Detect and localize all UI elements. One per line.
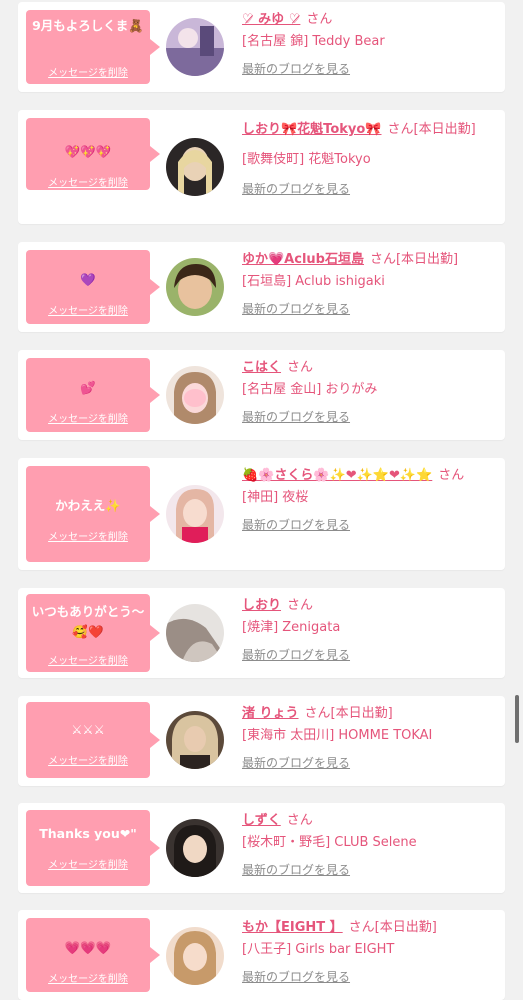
shop-info: [桜木町・野毛] CLUB Selene: [242, 835, 417, 850]
delete-message-link[interactable]: メッセージを削除: [26, 410, 150, 425]
delete-message-link[interactable]: メッセージを削除: [26, 752, 150, 767]
shop-info: [東海市 太田川] HOMME TOKAI: [242, 728, 433, 743]
message-card: Thanks you❤" メッセージを削除 しずく さん [桜木町・野毛] CLU…: [18, 803, 505, 893]
message-text: ⚔⚔⚔: [71, 722, 105, 737]
delete-message-link[interactable]: メッセージを削除: [26, 174, 150, 189]
honorific: さん[本日出勤]: [387, 122, 476, 137]
message-card: 💕 メッセージを削除 こはく さん [名古屋 金山] おりがみ 最新のブログを見る: [18, 350, 505, 440]
avatar[interactable]: [166, 18, 224, 76]
shop-info: [八王子] Girls bar EIGHT: [242, 942, 395, 957]
message-bubble: ⚔⚔⚔ メッセージを削除: [26, 702, 160, 778]
sender-info: 🍓🌸さくら🌸✨❤✨⭐❤✨⭐ さん [神田] 夜桜 最新のブログを見る: [242, 464, 500, 533]
sender-name-link[interactable]: ♡̷ みゆ ♡̷: [242, 12, 300, 27]
avatar[interactable]: [166, 927, 224, 985]
shop-info: [名古屋 錦] Teddy Bear: [242, 34, 385, 49]
latest-blog-link[interactable]: 最新のブログを見る: [242, 646, 500, 663]
message-text: 💕: [80, 380, 96, 395]
message-card: 💜 メッセージを削除 ゆか💗Aclub石垣島 さん[本日出勤] [石垣島] Acl…: [18, 242, 505, 332]
delete-message-link[interactable]: メッセージを削除: [26, 652, 150, 667]
message-text: いつもありがとう〜🥰❤️: [31, 604, 145, 639]
sender-name-link[interactable]: しおり: [242, 598, 281, 613]
sender-name-link[interactable]: ゆか💗Aclub石垣島: [242, 252, 364, 267]
sender-info: しおり🎀花魁Tokyo🎀 さん[本日出勤] [歌舞伎町] 花魁Tokyo 最新のブ…: [242, 118, 500, 197]
message-text: 💜: [80, 272, 96, 287]
message-bubble: 💜 メッセージを削除: [26, 250, 160, 324]
honorific: さん: [286, 813, 313, 828]
message-card: ⚔⚔⚔ メッセージを削除 渚 りょう さん[本日出勤] [東海市 太田川] HOM…: [18, 696, 505, 786]
latest-blog-link[interactable]: 最新のブログを見る: [242, 180, 500, 197]
sender-name-link[interactable]: もか【EIGHT 】: [242, 920, 343, 935]
avatar[interactable]: [166, 138, 224, 196]
shop-info: [石垣島] Aclub ishigaki: [242, 274, 385, 289]
sender-info: 渚 りょう さん[本日出勤] [東海市 太田川] HOMME TOKAI 最新のブ…: [242, 702, 500, 771]
message-bubble: いつもありがとう〜🥰❤️ メッセージを削除: [26, 594, 160, 672]
delete-message-link[interactable]: メッセージを削除: [26, 970, 150, 985]
latest-blog-link[interactable]: 最新のブログを見る: [242, 861, 500, 878]
honorific: さん[本日出勤]: [348, 920, 437, 935]
message-card: 💖💖💖 メッセージを削除 しおり🎀花魁Tokyo🎀 さん[本日出勤] [歌舞伎町]…: [18, 110, 505, 224]
message-bubble: 💖💖💖 メッセージを削除: [26, 118, 160, 190]
latest-blog-link[interactable]: 最新のブログを見る: [242, 754, 500, 771]
shop-info: [名古屋 金山] おりがみ: [242, 382, 378, 397]
message-card: いつもありがとう〜🥰❤️ メッセージを削除 しおり さん [焼津] Zenigat…: [18, 588, 505, 678]
avatar[interactable]: [166, 819, 224, 877]
sender-info: ♡̷ みゆ ♡̷ さん [名古屋 錦] Teddy Bear 最新のブログを見る: [242, 8, 500, 77]
sender-name-link[interactable]: こはく: [242, 360, 281, 375]
avatar[interactable]: [166, 711, 224, 769]
sender-info: しおり さん [焼津] Zenigata 最新のブログを見る: [242, 594, 500, 663]
avatar[interactable]: [166, 485, 224, 543]
message-text: 💗💗💗: [64, 940, 112, 955]
latest-blog-link[interactable]: 最新のブログを見る: [242, 516, 500, 533]
message-text: 💖💖💖: [64, 144, 112, 159]
message-bubble: 💕 メッセージを削除: [26, 358, 160, 432]
honorific: さん: [438, 468, 465, 483]
sender-name-link[interactable]: 渚 りょう: [242, 706, 299, 721]
honorific: さん: [287, 360, 314, 375]
avatar[interactable]: [166, 366, 224, 424]
shop-info: [焼津] Zenigata: [242, 620, 341, 635]
message-bubble: 9月もよろしくま🧸 メッセージを削除: [26, 10, 160, 84]
sender-name-link[interactable]: 🍓🌸さくら🌸✨❤✨⭐❤✨⭐: [242, 468, 432, 483]
message-text: Thanks you❤": [39, 826, 137, 841]
honorific: さん[本日出勤]: [369, 252, 459, 267]
latest-blog-link[interactable]: 最新のブログを見る: [242, 60, 500, 77]
delete-message-link[interactable]: メッセージを削除: [26, 302, 150, 317]
avatar[interactable]: [166, 604, 224, 662]
sender-info: もか【EIGHT 】さん[本日出勤] [八王子] Girls bar EIGHT…: [242, 916, 500, 985]
message-card: 💗💗💗 メッセージを削除 もか【EIGHT 】さん[本日出勤] [八王子] Gi…: [18, 910, 505, 1000]
latest-blog-link[interactable]: 最新のブログを見る: [242, 300, 500, 317]
message-bubble: Thanks you❤" メッセージを削除: [26, 810, 160, 886]
message-text: 9月もよろしくま🧸: [32, 18, 144, 33]
delete-message-link[interactable]: メッセージを削除: [26, 856, 150, 871]
message-card: かわええ✨ メッセージを削除 🍓🌸さくら🌸✨❤✨⭐❤✨⭐ さん [神田] 夜桜 最…: [18, 458, 505, 570]
message-bubble: かわええ✨ メッセージを削除: [26, 466, 160, 562]
latest-blog-link[interactable]: 最新のブログを見る: [242, 408, 500, 425]
latest-blog-link[interactable]: 最新のブログを見る: [242, 968, 500, 985]
delete-message-link[interactable]: メッセージを削除: [26, 64, 150, 79]
honorific: さん: [306, 12, 333, 27]
sender-info: ゆか💗Aclub石垣島 さん[本日出勤] [石垣島] Aclub ishigaki…: [242, 248, 500, 317]
message-bubble: 💗💗💗 メッセージを削除: [26, 918, 160, 992]
message-card: 9月もよろしくま🧸 メッセージを削除 ♡̷ みゆ ♡̷ さん [名古屋 錦] Te…: [18, 2, 505, 92]
sender-info: しずく さん [桜木町・野毛] CLUB Selene 最新のブログを見る: [242, 809, 500, 878]
honorific: さん[本日出勤]: [304, 706, 393, 721]
sender-name-link[interactable]: しずく: [242, 813, 281, 828]
shop-info: [歌舞伎町] 花魁Tokyo: [242, 152, 371, 167]
honorific: さん: [287, 598, 314, 613]
sender-info: こはく さん [名古屋 金山] おりがみ 最新のブログを見る: [242, 356, 500, 425]
avatar[interactable]: [166, 258, 224, 316]
message-text: かわええ✨: [55, 498, 121, 513]
shop-info: [神田] 夜桜: [242, 490, 309, 505]
sender-name-link[interactable]: しおり🎀花魁Tokyo🎀: [242, 122, 382, 137]
scrollbar[interactable]: [515, 695, 519, 743]
delete-message-link[interactable]: メッセージを削除: [26, 528, 150, 543]
